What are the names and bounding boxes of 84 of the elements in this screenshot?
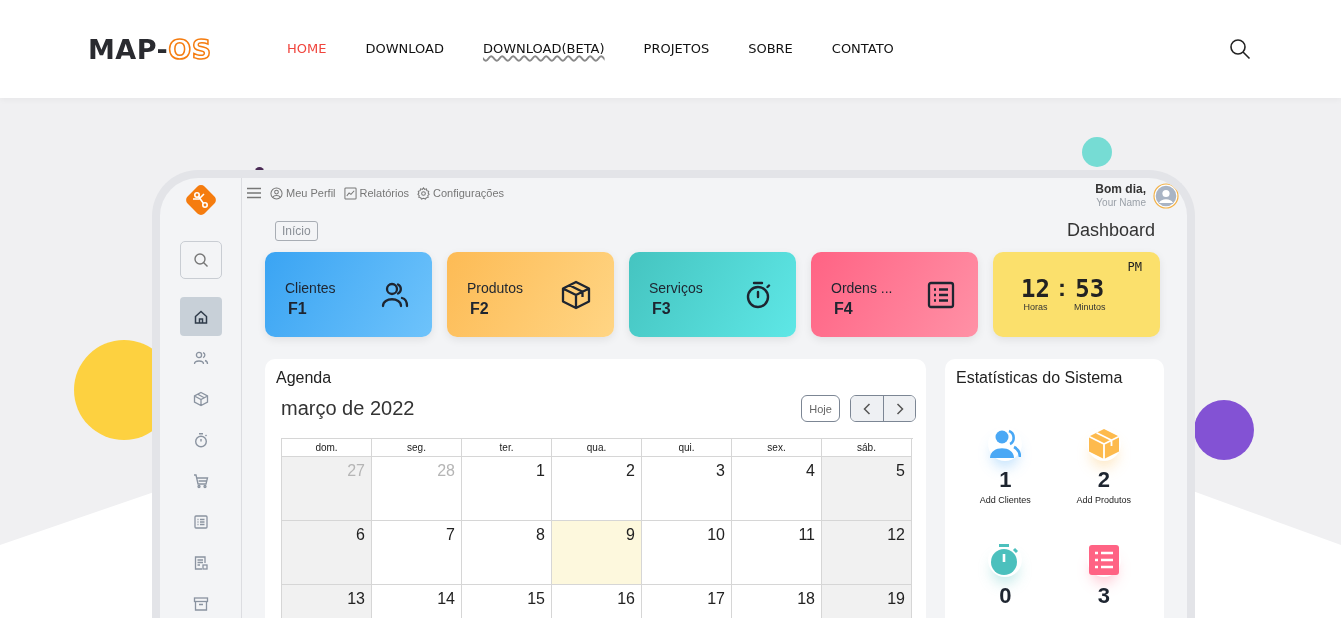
card-label: Produtos: [467, 279, 524, 296]
calendar-day[interactable]: 1: [462, 457, 552, 521]
shortcut-card[interactable]: Produtos F2: [447, 252, 614, 337]
calendar-day[interactable]: 19: [822, 585, 912, 618]
chevron-left-icon: [863, 402, 871, 415]
panel-title: Estatísticas do Sistema: [956, 369, 1124, 387]
calendar-day[interactable]: 12: [822, 521, 912, 585]
panel-title: Agenda: [276, 369, 333, 387]
top-link[interactable]: Configurações: [417, 186, 504, 200]
today-button[interactable]: Hoje: [801, 395, 840, 422]
stat-link[interactable]: Add Clientes: [979, 495, 1031, 505]
calendar-day[interactable]: 13: [282, 585, 372, 618]
stopwatch-icon: [192, 431, 209, 448]
clock-separator: :: [1057, 276, 1066, 300]
stat-value: 2: [1097, 467, 1110, 493]
calendar-day[interactable]: 6: [282, 521, 372, 585]
stopwatch-icon: [990, 544, 1021, 576]
chart-icon: [343, 186, 357, 200]
avatar-icon[interactable]: [1153, 183, 1179, 209]
calendar-day[interactable]: 10: [642, 521, 732, 585]
box-icon: [192, 390, 209, 407]
card-label: Ordens ...: [831, 279, 893, 296]
decorative-circle: [1194, 400, 1254, 460]
card-shortcut: F3: [652, 299, 672, 318]
calendar-day[interactable]: 11: [732, 521, 822, 585]
calendar-month: março de 2022: [281, 397, 415, 420]
search-button[interactable]: [179, 241, 222, 279]
clock-hours: 12: [1021, 276, 1050, 302]
top-link[interactable]: Meu Perfil: [270, 186, 336, 200]
shortcut-card[interactable]: Clientes F1: [265, 252, 432, 337]
logo[interactable]: MAP-OS: [88, 33, 287, 65]
archive-icon: [192, 595, 209, 612]
stat-value: 0: [999, 583, 1012, 609]
user-name: Your Name: [1096, 196, 1146, 209]
stat-value: 3: [1097, 583, 1110, 609]
nav-link[interactable]: SOBRE: [748, 41, 793, 63]
cart-icon: [192, 472, 209, 489]
users-icon: [192, 349, 209, 366]
stat-value: 1: [999, 467, 1012, 493]
shortcut-card[interactable]: Serviços F3: [629, 252, 796, 337]
box-icon: [560, 278, 592, 311]
document-icon: [192, 554, 209, 571]
nav-link[interactable]: HOME: [287, 41, 327, 63]
calendar-day[interactable]: 9: [552, 521, 642, 585]
next-button[interactable]: [883, 396, 915, 421]
sidebar-item[interactable]: [179, 297, 222, 336]
calendar-day[interactable]: 2: [552, 457, 642, 521]
decorative-circle: [1082, 137, 1112, 167]
menu-icon[interactable]: [246, 187, 262, 199]
card-label: Clientes: [285, 279, 336, 296]
card-shortcut: F4: [834, 299, 854, 318]
chevron-right-icon: [895, 402, 904, 415]
card-shortcut: F2: [470, 299, 490, 318]
clock-period: PM: [1127, 260, 1142, 274]
clock-label: Horas: [1023, 302, 1048, 312]
list-icon: [926, 279, 956, 310]
card-label: Serviços: [649, 279, 703, 296]
box-icon: [1087, 428, 1120, 460]
shortcut-card[interactable]: Ordens ... F4: [811, 252, 978, 337]
top-link[interactable]: Relatórios: [343, 186, 410, 200]
calendar-day[interactable]: 3: [642, 457, 732, 521]
clock-label: Minutos: [1073, 302, 1106, 312]
list-icon: [192, 513, 209, 530]
page-title: Dashboard: [1066, 220, 1155, 241]
nav-link[interactable]: PROJETOS: [643, 41, 710, 63]
clock-minutes: 53: [1075, 276, 1105, 302]
user-icon: [270, 186, 283, 200]
users-icon: [989, 429, 1022, 459]
nav-link[interactable]: CONTATO: [831, 41, 894, 63]
greeting-text: Bom dia,: [1095, 183, 1146, 196]
list-icon: [1088, 545, 1119, 575]
calendar-day[interactable]: 7: [372, 521, 462, 585]
calendar-day[interactable]: 8: [462, 521, 552, 585]
stat-link[interactable]: Add Produtos: [1076, 495, 1131, 505]
settings-icon: [417, 186, 431, 200]
search-icon: [192, 252, 209, 268]
home-icon: [192, 308, 209, 325]
nav-link[interactable]: DOWNLOAD: [365, 41, 444, 63]
calendar-day[interactable]: 4: [732, 457, 822, 521]
calendar-day[interactable]: 5: [822, 457, 912, 521]
nav-link[interactable]: DOWNLOAD(BETA): [482, 41, 605, 63]
previous-button[interactable]: [851, 396, 883, 421]
card-shortcut: F1: [288, 299, 308, 318]
search-icon[interactable]: [1229, 38, 1251, 60]
